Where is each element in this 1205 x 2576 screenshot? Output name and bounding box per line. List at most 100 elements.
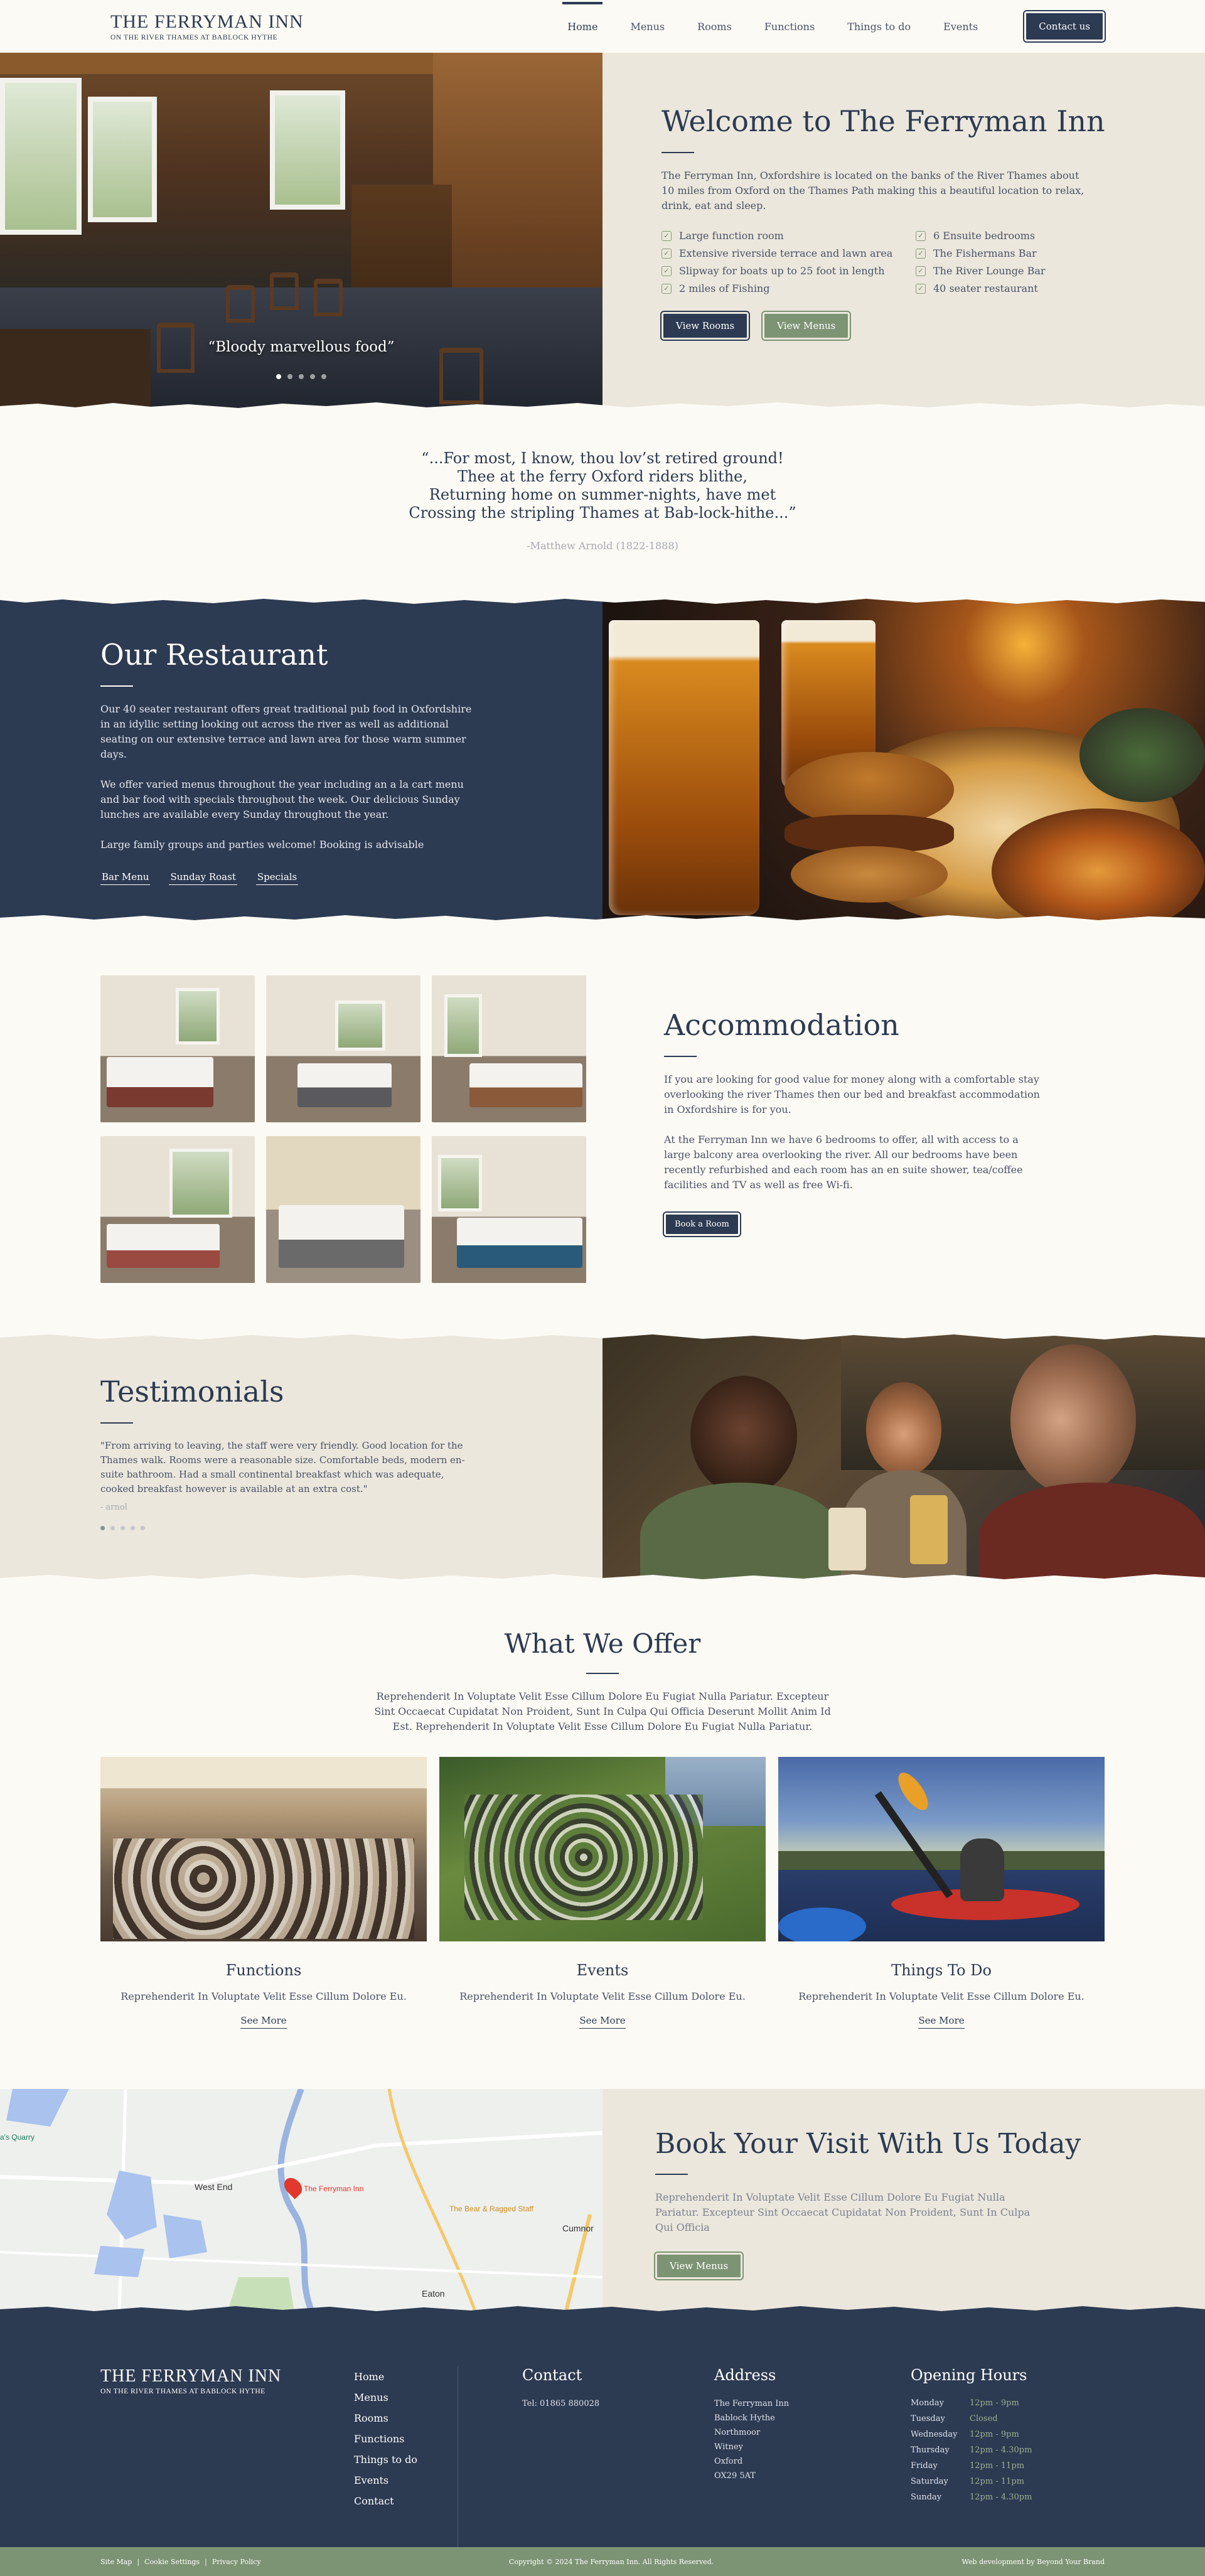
view-menus-button[interactable]: View Menus bbox=[761, 311, 852, 341]
torn-edge-divider bbox=[0, 2306, 1205, 2317]
footer-brand[interactable]: THE FERRYMAN INN ON THE RIVER THAMES AT … bbox=[100, 2366, 354, 2547]
testimonial-dots bbox=[100, 1526, 602, 1530]
slide-dot[interactable] bbox=[110, 1526, 115, 1530]
offer-title: What We Offer bbox=[504, 1628, 701, 1659]
footer-link-things-to-do[interactable]: Things to do bbox=[354, 2449, 458, 2470]
feature-item: ✓ 6 Ensuite bedrooms bbox=[916, 230, 1104, 242]
check-icon: ✓ bbox=[916, 266, 926, 276]
slide-dot[interactable] bbox=[276, 374, 281, 379]
site-map-link[interactable]: Site Map bbox=[100, 2558, 132, 2566]
poem-line: Returning home on summer-nights, have me… bbox=[429, 486, 776, 503]
slide-dot[interactable] bbox=[120, 1526, 125, 1530]
map-place-label: The Ferryman Inn bbox=[304, 2184, 364, 2193]
phone-number[interactable]: Tel: 01865 880028 bbox=[522, 2396, 714, 2411]
feature-item: ✓ Slipway for boats up to 25 foot in leng… bbox=[661, 265, 916, 277]
footer-contact: Contact Tel: 01865 880028 bbox=[458, 2366, 714, 2547]
slide-dot[interactable] bbox=[310, 374, 315, 379]
hours-table: Monday 12pm - 9pm Tuesday Closed Wednesday… bbox=[911, 2395, 1055, 2505]
hero-slideshow-photo[interactable]: “Bloody marvellous food” bbox=[0, 53, 602, 413]
cookie-settings-link[interactable]: Cookie Settings bbox=[144, 2558, 200, 2566]
map-poi-label: a's Quarry bbox=[0, 2133, 35, 2142]
welcome-title: Welcome to The Ferryman Inn bbox=[661, 104, 1105, 138]
hours-row: Monday 12pm - 9pm bbox=[911, 2398, 1019, 2408]
restaurant-food-photo bbox=[602, 595, 1205, 925]
torn-edge-divider bbox=[0, 402, 1205, 414]
hours-row: Thursday 12pm - 4.30pm bbox=[911, 2445, 1032, 2455]
room-photo[interactable] bbox=[266, 975, 420, 1122]
privacy-policy-link[interactable]: Privacy Policy bbox=[212, 2558, 261, 2566]
footer-link-home[interactable]: Home bbox=[354, 2366, 458, 2387]
nav-item-events[interactable]: Events bbox=[943, 2, 978, 51]
check-icon: ✓ bbox=[661, 266, 672, 276]
footer-nav: Home Menus Rooms Functions Things to do … bbox=[354, 2366, 458, 2547]
welcome-panel: Welcome to The Ferryman Inn The Ferryman… bbox=[602, 53, 1205, 413]
opening-hours-heading: Opening Hours bbox=[911, 2366, 1027, 2384]
footer-link-contact[interactable]: Contact bbox=[354, 2491, 458, 2511]
slide-dot[interactable] bbox=[321, 374, 326, 379]
functions-photo[interactable] bbox=[100, 1757, 427, 1941]
feature-item: ✓ 2 miles of Fishing bbox=[661, 282, 916, 294]
feature-item: ✓ 40 seater restaurant bbox=[916, 282, 1104, 294]
card-title: Functions bbox=[225, 1962, 302, 1979]
room-photo[interactable] bbox=[432, 1136, 586, 1283]
feature-item: ✓ The Fishermans Bar bbox=[916, 247, 1104, 259]
room-photo[interactable] bbox=[100, 975, 255, 1122]
copyright-text: Copyright © 2024 The Ferryman Inn. All R… bbox=[508, 2557, 714, 2566]
bar-menu-link[interactable]: Bar Menu bbox=[100, 871, 151, 885]
view-rooms-button[interactable]: View Rooms bbox=[660, 311, 751, 341]
footer-brand-name: THE FERRYMAN INN bbox=[100, 2366, 282, 2386]
room-photo[interactable] bbox=[266, 1136, 420, 1283]
card-description: Reprehenderit In Voluptate Velit Esse Ci… bbox=[459, 1990, 746, 2002]
nav-item-home[interactable]: Home bbox=[562, 1, 603, 51]
footer-link-events[interactable]: Events bbox=[354, 2470, 458, 2491]
hero-slide-dots bbox=[0, 374, 602, 379]
room-photo[interactable] bbox=[432, 975, 586, 1122]
slide-dot[interactable] bbox=[100, 1526, 105, 1530]
slide-dot[interactable] bbox=[287, 374, 292, 379]
slide-dot[interactable] bbox=[141, 1526, 145, 1530]
footer-brand-tagline: ON THE RIVER THAMES AT BABLOCK HYTHE bbox=[100, 2388, 265, 2395]
site-footer: THE FERRYMAN INN ON THE RIVER THAMES AT … bbox=[0, 2316, 1205, 2547]
accommodation-section: Accommodation If you are looking for goo… bbox=[0, 925, 1205, 1332]
book-a-room-button[interactable]: Book a Room bbox=[663, 1211, 741, 1237]
map-label: West End bbox=[195, 2182, 233, 2192]
see-more-link[interactable]: See More bbox=[918, 2015, 965, 2029]
developer-credit-link[interactable]: Web development by Beyond Your Brand bbox=[962, 2558, 1105, 2566]
check-icon: ✓ bbox=[661, 248, 672, 259]
location-map[interactable]: The Ferryman Inn West End Cumnor Eaton T… bbox=[0, 2089, 602, 2316]
nav-item-rooms[interactable]: Rooms bbox=[697, 2, 732, 51]
footer-link-menus[interactable]: Menus bbox=[354, 2387, 458, 2408]
room-photo[interactable] bbox=[100, 1136, 255, 1283]
torn-edge-divider bbox=[0, 1574, 1205, 1585]
see-more-link[interactable]: See More bbox=[579, 2015, 626, 2029]
sub-footer: Site Map | Cookie Settings | Privacy Pol… bbox=[0, 2547, 1205, 2576]
events-photo[interactable] bbox=[439, 1757, 766, 1941]
footer-link-rooms[interactable]: Rooms bbox=[354, 2408, 458, 2428]
offer-intro: Reprehenderit In Voluptate Velit Esse Ci… bbox=[374, 1690, 831, 1732]
nav-item-functions[interactable]: Functions bbox=[764, 2, 815, 51]
restaurant-paragraph: We offer varied menus throughout the yea… bbox=[100, 778, 464, 820]
kayaking-photo[interactable] bbox=[778, 1757, 1105, 1941]
link-separator: | bbox=[205, 2557, 207, 2566]
restaurant-paragraph: Large family groups and parties welcome!… bbox=[100, 839, 424, 851]
contact-us-button[interactable]: Contact us bbox=[1023, 10, 1106, 43]
poem-line: “...For most, I know, thou lov’st retire… bbox=[421, 449, 784, 467]
view-menus-button[interactable]: View Menus bbox=[653, 2251, 744, 2280]
nav-item-things-to-do[interactable]: Things to do bbox=[847, 2, 911, 51]
hours-row: Tuesday Closed bbox=[911, 2414, 998, 2423]
nav-item-menus[interactable]: Menus bbox=[630, 2, 665, 51]
title-divider bbox=[664, 1056, 697, 1057]
specials-link[interactable]: Specials bbox=[255, 871, 299, 885]
slide-dot[interactable] bbox=[131, 1526, 135, 1530]
sunday-roast-link[interactable]: Sunday Roast bbox=[169, 871, 237, 885]
feature-item: ✓ Large function room bbox=[661, 230, 916, 242]
see-more-link[interactable]: See More bbox=[240, 2015, 287, 2029]
testimonial-author: - arnol bbox=[100, 1503, 127, 1512]
brand-logo[interactable]: THE FERRYMAN INN ON THE RIVER THAMES AT … bbox=[110, 11, 304, 41]
testimonial-quote: "From arriving to leaving, the staff wer… bbox=[100, 1440, 465, 1495]
card-title: Things To Do bbox=[891, 1962, 992, 1979]
check-icon: ✓ bbox=[661, 283, 672, 294]
slide-dot[interactable] bbox=[299, 374, 304, 379]
address-block: The Ferryman Inn Bablock Hythe Northmoor… bbox=[714, 2399, 790, 2481]
footer-link-functions[interactable]: Functions bbox=[354, 2428, 458, 2449]
